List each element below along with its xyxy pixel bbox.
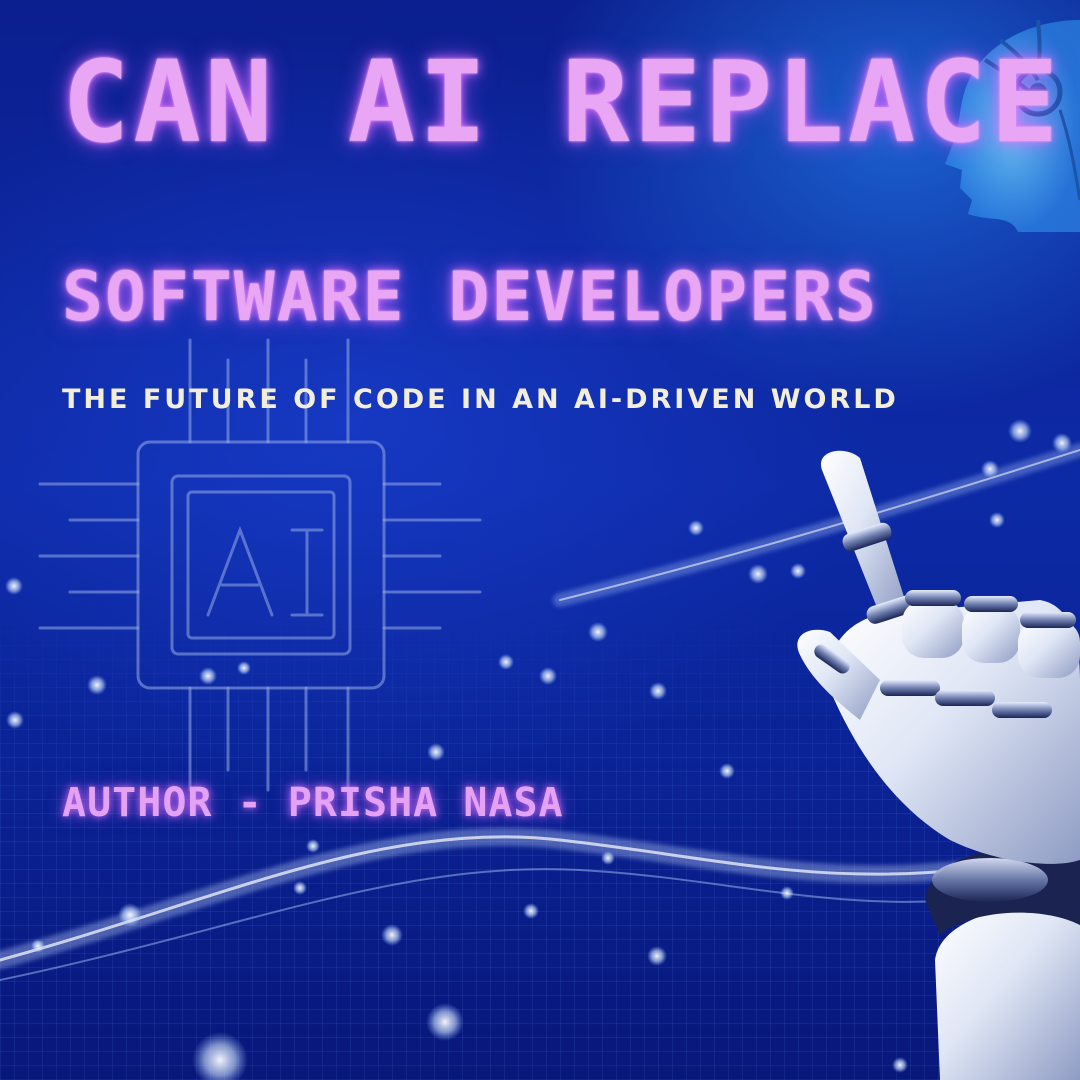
title-line-1: CAN AI REPLACE <box>62 38 1063 168</box>
author-credit: AUTHOR - PRISHA NASA <box>62 780 564 826</box>
robot-hand-icon <box>797 450 1080 1080</box>
title-line-2: SOFTWARE DEVELOPERS <box>62 258 878 337</box>
subtitle: THE FUTURE OF CODE IN AN AI-DRIVEN WORLD <box>62 384 899 415</box>
poster: AI <box>0 0 1080 1080</box>
